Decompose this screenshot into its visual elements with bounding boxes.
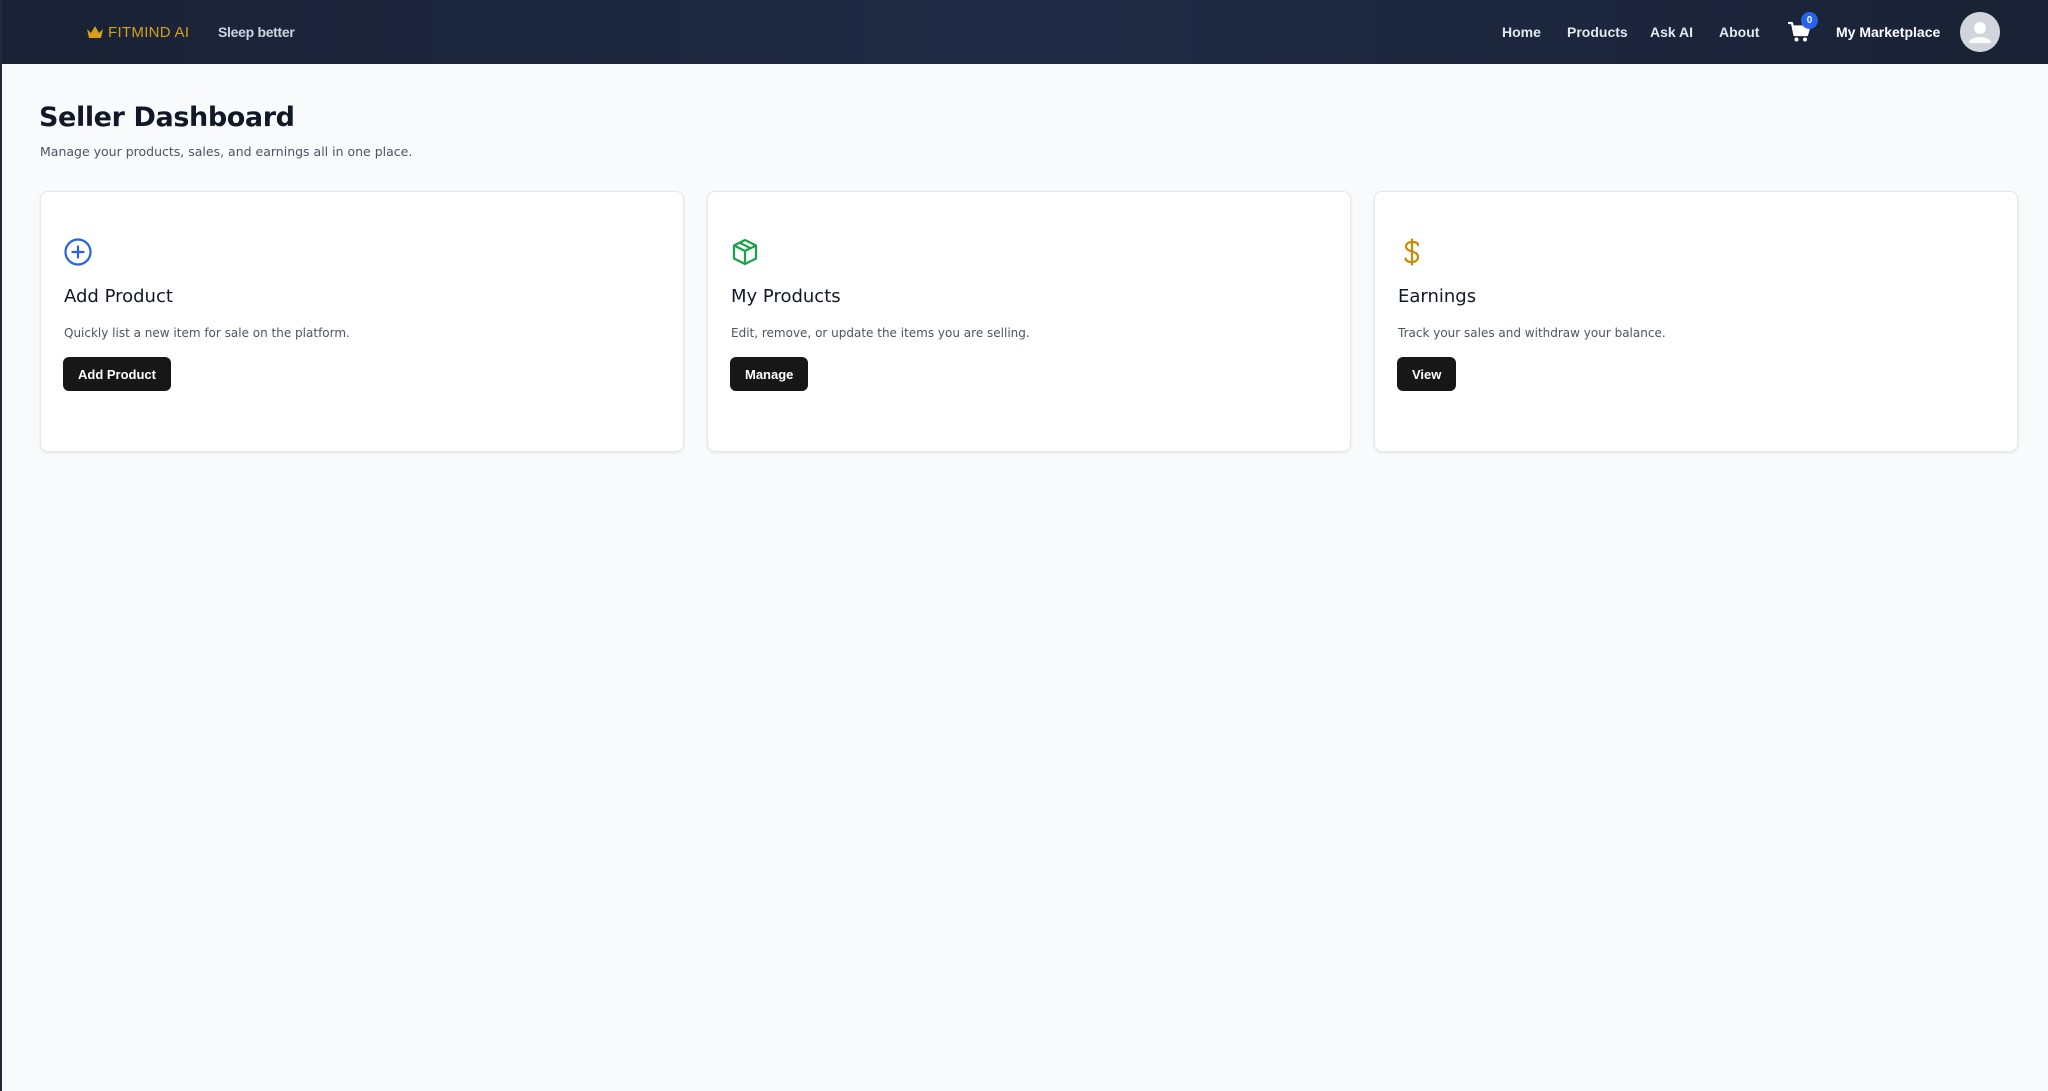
manage-products-button[interactable]: Manage [730,357,809,391]
add-product-button[interactable]: Add Product [63,357,171,391]
cart-count-badge: 0 [1801,12,1818,29]
package-box-icon [732,238,758,266]
brand-tagline: Sleep better [218,24,295,40]
crown-icon [87,26,103,38]
brand-logo[interactable]: FITMIND AI [86,0,189,64]
user-avatar-icon [1960,12,2000,52]
card-description: Edit, remove, or update the items you ar… [731,326,1030,340]
user-avatar[interactable] [1960,12,2000,52]
view-earnings-button[interactable]: View [1397,357,1457,391]
nav-link-home[interactable]: Home [1502,0,1541,64]
card-description: Track your sales and withdraw your balan… [1398,326,1666,340]
card-title: Add Product [64,286,173,307]
cart-button[interactable]: 0 [1787,12,1818,44]
card-description: Quickly list a new item for sale on the … [64,326,350,340]
dashboard-cards: Add Product Quickly list a new item for … [40,191,2018,452]
nav-link-products[interactable]: Products [1567,0,1628,64]
nav-link-about[interactable]: About [1719,0,1759,64]
card-title: My Products [731,286,841,307]
nav-link-ask-ai[interactable]: Ask AI [1650,0,1693,64]
plus-circle-icon [64,238,92,266]
nav-link-my-marketplace[interactable]: My Marketplace [1836,0,1940,64]
card-my-products: My Products Edit, remove, or update the … [707,191,1351,452]
seller-dashboard-page: FITMIND AI Sleep better Home Products As… [0,0,2048,1091]
dollar-sign-icon [1404,238,1420,266]
card-earnings: Earnings Track your sales and withdraw y… [1374,191,2018,452]
page-subtitle: Manage your products, sales, and earning… [40,144,413,159]
top-navbar: FITMIND AI Sleep better Home Products As… [2,0,2048,64]
page-title: Seller Dashboard [39,102,295,133]
card-title: Earnings [1398,286,1477,307]
card-add-product: Add Product Quickly list a new item for … [40,191,684,452]
brand-name: FITMIND AI [108,23,190,41]
